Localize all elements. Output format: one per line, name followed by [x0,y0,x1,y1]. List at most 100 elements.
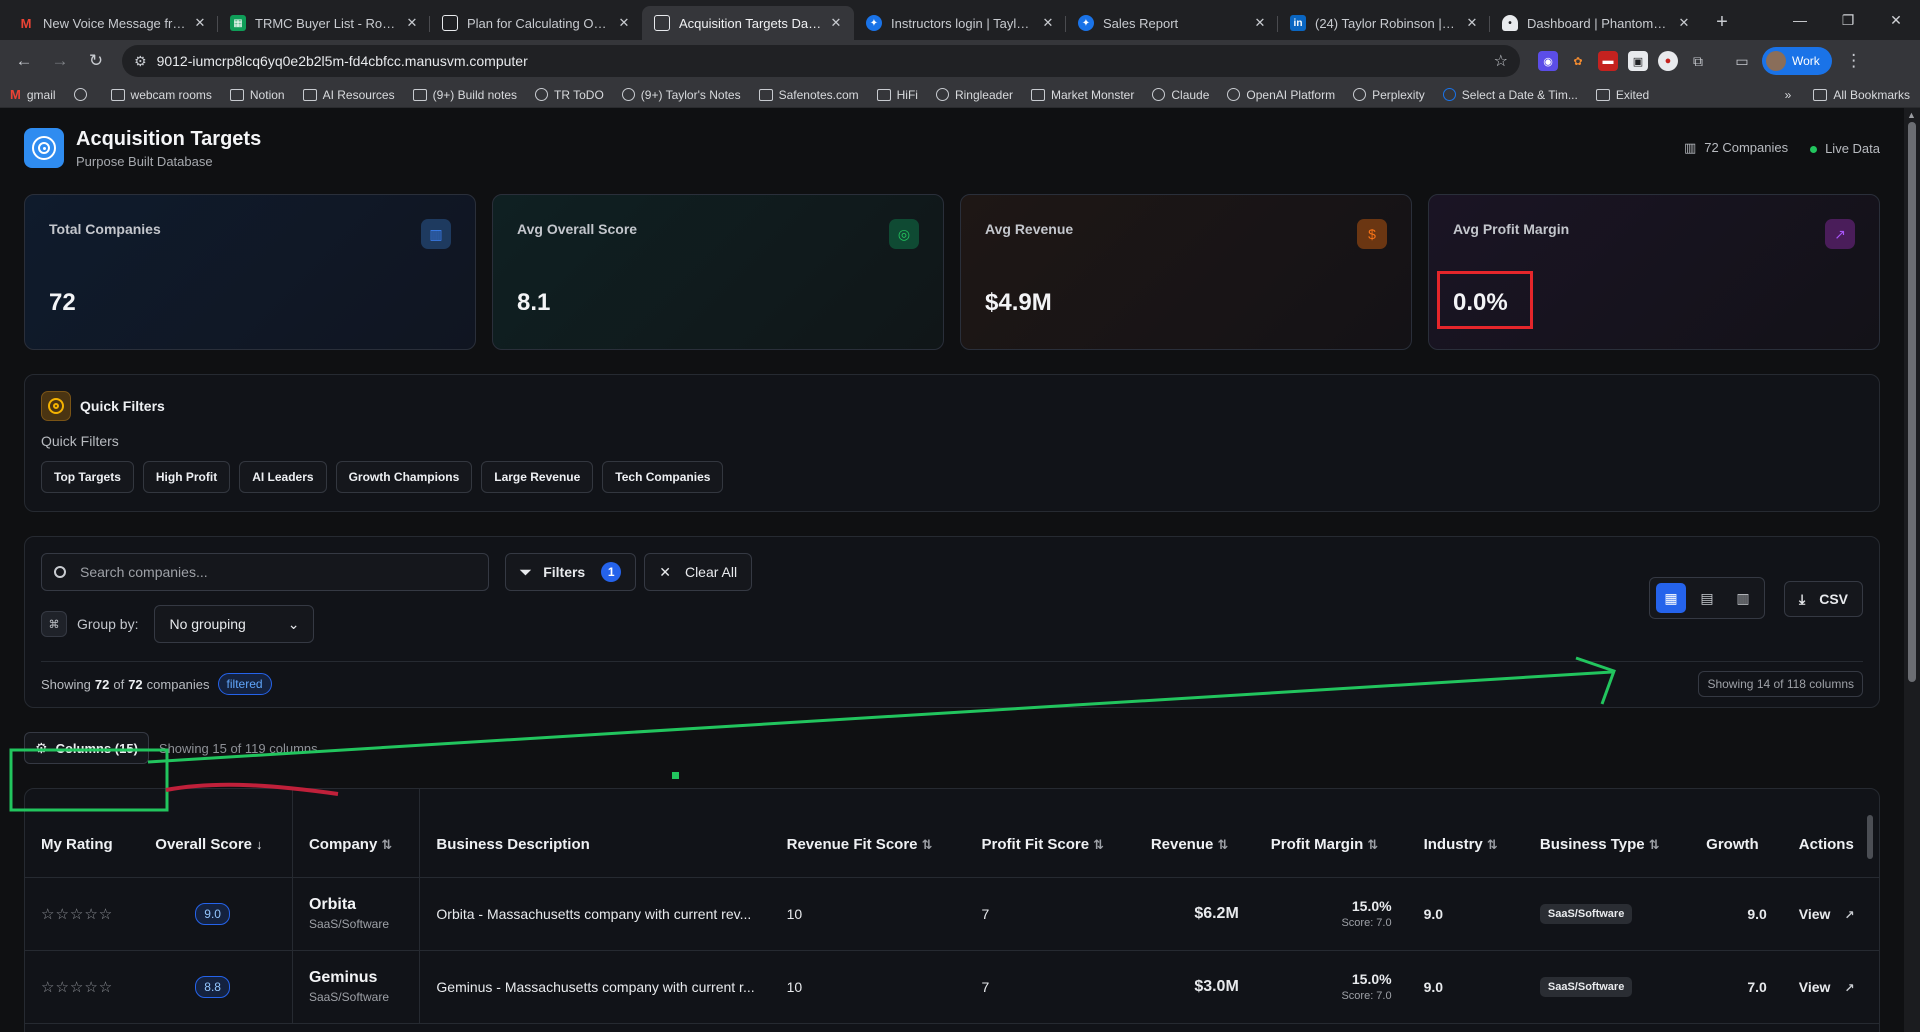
extension-icon[interactable]: ▣ [1628,51,1648,71]
bookmark-item[interactable]: AI Resources [302,88,395,102]
external-link-icon[interactable]: ↗ [1844,908,1854,922]
bookmark-item[interactable]: webcam rooms [110,88,212,102]
close-tab-icon[interactable]: ✕ [192,15,208,31]
close-tab-icon[interactable]: ✕ [1252,15,1268,31]
restore-icon[interactable]: ❐ [1824,0,1872,40]
group-by-select[interactable]: No grouping ⌄ [154,605,315,643]
bookmark-item[interactable]: Claude [1152,88,1209,102]
new-tab-button[interactable]: + [1706,6,1738,38]
col-revenue[interactable]: Revenue ⇅ [1134,789,1255,878]
profile-button[interactable]: Work [1762,47,1832,75]
col-profit-margin[interactable]: Profit Margin ⇅ [1254,789,1408,878]
scroll-thumb[interactable] [1908,122,1916,682]
side-panel-icon[interactable]: ▭ [1732,51,1752,71]
csv-export-button[interactable]: ⤓ CSV [1784,581,1863,617]
bookmark-item[interactable]: TR ToDO [535,88,604,102]
table-row[interactable]: ☆☆☆☆☆ 9.0 Orbita SaaS/Software Orbita - M… [25,877,1879,951]
bookmark-item[interactable] [73,88,93,101]
chip-high-profit[interactable]: High Profit [142,461,231,493]
browser-toolbar: ← → ↻ ⚙ 9012-iumcrp8lcq6yq0e2b2l5m-fd4cb… [0,40,1920,82]
browser-tab-acquisition[interactable]: Acquisition Targets Datab ✕ [642,6,854,40]
reload-icon[interactable]: ↻ [80,45,112,77]
extension-icon[interactable]: ▬ [1598,51,1618,71]
chevron-double-right-icon[interactable]: » [1785,88,1792,102]
bookmark-item[interactable]: OpenAI Platform [1227,88,1335,102]
chip-ai-leaders[interactable]: AI Leaders [239,461,327,493]
close-window-icon[interactable]: ✕ [1872,0,1920,40]
browser-tab-linkedin[interactable]: in (24) Taylor Robinson | Link ✕ [1278,6,1490,40]
extension-icon[interactable]: ● [1658,51,1678,71]
bookmark-item[interactable]: Notion [229,88,285,102]
close-tab-icon[interactable]: ✕ [1676,15,1692,31]
menu-icon[interactable]: ⋮ [1838,45,1870,77]
chip-top-targets[interactable]: Top Targets [41,461,134,493]
table-scrollbar[interactable] [1867,815,1873,859]
all-bookmarks[interactable]: All Bookmarks [1813,88,1910,102]
grid-view-icon[interactable]: ▤ [1692,583,1722,613]
col-business-description[interactable]: Business Description [419,789,771,878]
external-link-icon[interactable]: ↗ [1844,981,1854,995]
bookmark-item[interactable]: Mgmail [10,87,56,102]
close-tab-icon[interactable]: ✕ [828,15,844,31]
back-icon[interactable]: ← [8,45,40,77]
puzzle-icon[interactable]: ⧉ [1688,51,1708,71]
page-scrollbar[interactable]: ▲ [1904,108,1920,1032]
extension-icon[interactable]: ✿ [1568,51,1588,71]
browser-tab-sheets[interactable]: ▦ TRMC Buyer List - Round ✕ [218,6,430,40]
col-industry[interactable]: Industry ⇅ [1407,789,1524,878]
close-tab-icon[interactable]: ✕ [404,15,420,31]
extension-icon[interactable]: ◉ [1538,51,1558,71]
site-info-icon[interactable]: ⚙ [134,53,147,70]
view-action[interactable]: View ↗ [1782,950,1879,1024]
col-business-type[interactable]: Business Type ⇅ [1523,789,1691,878]
bookmark-item[interactable]: (9+) Build notes [412,88,517,102]
rating-stars[interactable]: ☆☆☆☆☆ [25,877,140,951]
map-view-icon[interactable]: ▥ [1728,583,1758,613]
bookmark-item[interactable]: Safenotes.com [758,88,859,102]
col-profit-fit-score[interactable]: Profit Fit Score ⇅ [965,789,1135,878]
columns-button[interactable]: ⚙ Columns (15) [24,732,149,764]
filters-button[interactable]: ⏷ Filters 1 [505,553,637,591]
rating-stars[interactable]: ☆☆☆☆☆ [25,950,140,1024]
star-rating-icon[interactable]: ☆☆☆☆☆ [41,979,113,996]
col-company[interactable]: Company ⇅ [291,789,420,878]
table-row[interactable]: ☆☆☆☆☆ 8.8 Geminus SaaS/Software Geminus -… [25,950,1879,1024]
table-view-icon[interactable]: ▦ [1656,583,1686,613]
browser-tab-gmail[interactable]: M New Voice Message from ✕ [6,6,218,40]
browser-tab-sales[interactable]: ✦ Sales Report ✕ [1066,6,1278,40]
chip-growth-champions[interactable]: Growth Champions [335,461,473,493]
globe-icon [535,88,548,101]
notion-icon [412,88,427,101]
col-growth[interactable]: Growth [1690,789,1783,878]
col-my-rating[interactable]: My Rating [25,789,140,878]
search-icon [54,566,66,578]
forward-icon[interactable]: → [44,45,76,77]
chip-tech-companies[interactable]: Tech Companies [602,461,724,493]
view-action[interactable]: View ↗ [1782,877,1879,951]
address-bar[interactable]: ⚙ 9012-iumcrp8lcq6yq0e2b2l5m-fd4cbfcc.ma… [122,45,1520,77]
col-overall-score[interactable]: Overall Score ↓ [139,789,293,878]
browser-tab-plan[interactable]: Plan for Calculating Overa ✕ [430,6,642,40]
bookmark-item[interactable]: Select a Date & Tim... [1442,88,1578,102]
bookmark-item[interactable]: Ringleader [935,88,1013,102]
close-tab-icon[interactable]: ✕ [1040,15,1056,31]
bookmark-item[interactable]: Exited [1595,88,1649,102]
bookmark-item[interactable]: Perplexity [1353,88,1425,102]
browser-tab-instructors[interactable]: ✦ Instructors login | Taylor R ✕ [854,6,1066,40]
chip-large-revenue[interactable]: Large Revenue [481,461,594,493]
search-input[interactable]: Search companies... [41,553,489,591]
bookmark-item[interactable]: Market Monster [1031,88,1134,102]
close-tab-icon[interactable]: ✕ [1464,15,1480,31]
globe-icon [1353,88,1367,101]
bookmark-item[interactable]: HiFi [876,88,918,102]
browser-tab-phantombuster[interactable]: • Dashboard | PhantomBust ✕ [1490,6,1702,40]
scroll-up-icon[interactable]: ▲ [1907,110,1916,120]
bookmark-star-icon[interactable]: ☆ [1494,51,1508,71]
bookmark-item[interactable]: (9+) Taylor's Notes [621,88,741,102]
star-rating-icon[interactable]: ☆☆☆☆☆ [41,906,113,923]
sort-desc-icon: ↓ [256,837,263,853]
clear-all-button[interactable]: ✕ Clear All [644,553,753,591]
close-tab-icon[interactable]: ✕ [616,15,632,31]
minimize-icon[interactable]: — [1776,0,1824,40]
col-revenue-fit-score[interactable]: Revenue Fit Score ⇅ [770,789,966,878]
